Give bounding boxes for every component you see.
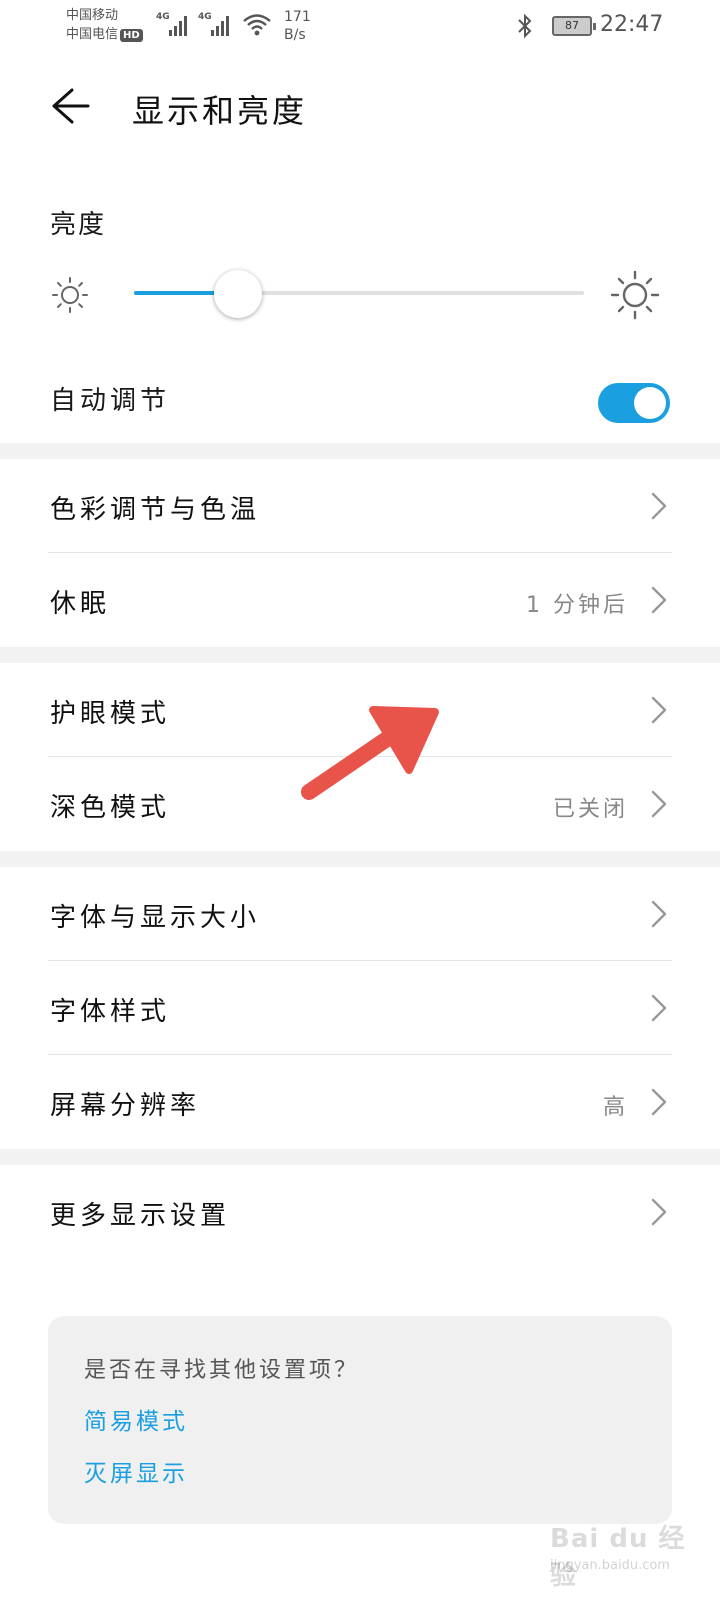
wifi-icon <box>243 14 271 36</box>
carrier-info: 中国移动 中国电信 HD <box>66 6 143 44</box>
suggestion-question: 是否在寻找其他设置项？ <box>84 1358 360 1383</box>
auto-adjust-label: 自动调节 <box>50 386 171 416</box>
row-label: 更多显示设置 <box>50 1201 231 1231</box>
chevron-right-icon <box>651 492 667 520</box>
clock: 22:47 <box>600 12 664 37</box>
row-color-temperature[interactable]: 色彩调节与色温 <box>0 459 720 553</box>
suggestion-card: 是否在寻找其他设置项？ 简易模式 灭屏显示 <box>48 1316 672 1524</box>
row-screen-resolution[interactable]: 屏幕分辨率 高 <box>0 1055 720 1149</box>
watermark-main: Bai du 经验 <box>550 1524 686 1591</box>
brightness-slider-track[interactable] <box>134 291 584 295</box>
row-label: 屏幕分辨率 <box>50 1091 201 1121</box>
row-label: 休眠 <box>50 589 111 619</box>
watermark-logo: Bai du 经验 jingyan.baidu.com <box>550 1518 700 1591</box>
carrier-1: 中国移动 <box>66 8 119 23</box>
row-value: 1 分钟后 <box>526 593 628 618</box>
carrier-2: 中国电信 <box>66 27 119 42</box>
row-font-display-size[interactable]: 字体与显示大小 <box>0 867 720 961</box>
group-separator <box>0 647 720 663</box>
chevron-right-icon <box>651 900 667 928</box>
chevron-right-icon <box>651 790 667 818</box>
row-label: 护眼模式 <box>50 699 171 729</box>
annotation-arrow-icon <box>301 706 439 800</box>
brightness-low-icon <box>52 277 88 313</box>
group-separator <box>0 851 720 867</box>
signal-2-tag: 4G <box>198 12 212 22</box>
row-more-display-settings[interactable]: 更多显示设置 <box>0 1165 720 1259</box>
row-sleep[interactable]: 休眠 1 分钟后 <box>0 553 720 647</box>
auto-adjust-toggle[interactable] <box>598 383 670 423</box>
hd-badge: HD <box>120 29 143 42</box>
row-value: 已关闭 <box>552 797 628 822</box>
brightness-high-icon <box>610 270 660 320</box>
page-title: 显示和亮度 <box>132 92 308 130</box>
toggle-knob <box>634 387 666 419</box>
row-value: 高 <box>602 1095 628 1120</box>
link-always-on-display[interactable]: 灭屏显示 <box>84 1454 188 1488</box>
watermark-sub: jingyan.baidu.com <box>550 1558 670 1573</box>
group-separator <box>0 1149 720 1165</box>
link-simple-mode[interactable]: 简易模式 <box>84 1402 188 1436</box>
row-label: 深色模式 <box>50 793 171 823</box>
chevron-right-icon <box>651 1088 667 1116</box>
signal-1-tag: 4G <box>156 12 170 22</box>
bluetooth-icon <box>518 13 532 39</box>
row-label: 字体与显示大小 <box>50 903 261 933</box>
chevron-right-icon <box>651 1198 667 1226</box>
status-bar: 中国移动 中国电信 HD 4G 4G 171 B/s 87 22:47 <box>0 0 720 56</box>
row-font-style[interactable]: 字体样式 <box>0 961 720 1055</box>
chevron-right-icon <box>651 586 667 614</box>
group-separator <box>0 443 720 459</box>
brightness-label: 亮度 <box>50 210 107 240</box>
net-speed-unit: B/s <box>284 27 306 43</box>
row-label: 色彩调节与色温 <box>50 495 261 525</box>
row-label: 字体样式 <box>50 997 171 1027</box>
brightness-slider-thumb[interactable] <box>213 270 262 318</box>
net-speed: 171 B/s <box>284 8 311 44</box>
chevron-right-icon <box>651 994 667 1022</box>
chevron-right-icon <box>651 696 667 724</box>
back-arrow-icon[interactable] <box>50 86 92 126</box>
net-speed-value: 171 <box>284 9 311 25</box>
battery-icon: 87 <box>552 16 596 36</box>
